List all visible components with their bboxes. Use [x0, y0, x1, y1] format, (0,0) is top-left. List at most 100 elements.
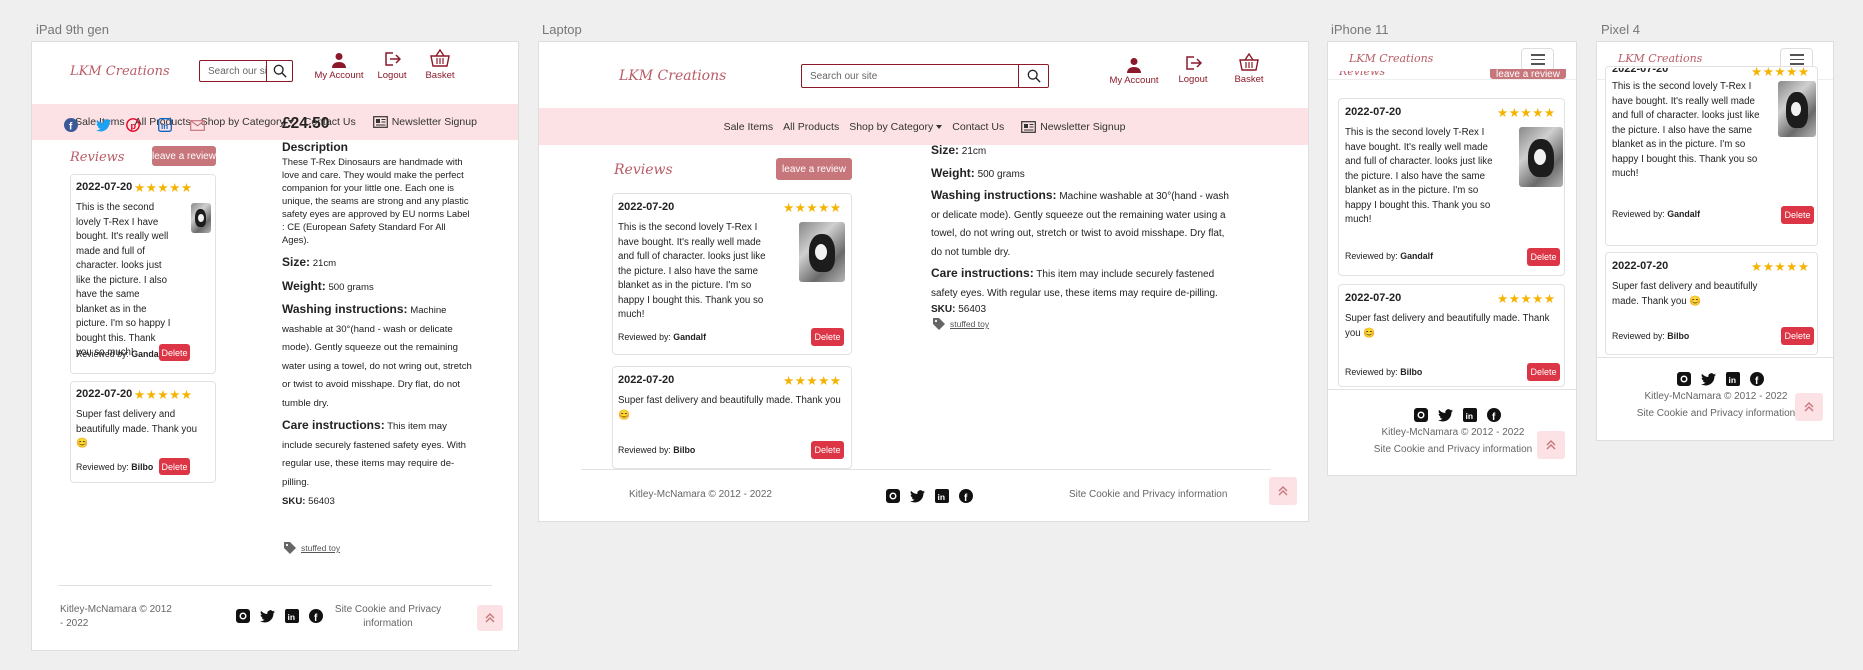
product-tag[interactable]: stuffed toy — [933, 318, 989, 330]
linkedin-icon[interactable]: in — [1726, 372, 1740, 386]
weight-value: 500 grams — [328, 281, 374, 293]
nav-shop-by-category[interactable]: Shop by Category — [849, 121, 943, 133]
back-to-top-button[interactable] — [1269, 477, 1297, 505]
delete-review-button[interactable]: Delete — [1781, 206, 1814, 224]
reviews-heading: Reviews — [614, 162, 673, 178]
review-text: This is the second lovely T-Rex I have b… — [618, 222, 766, 320]
nav-newsletter[interactable]: Newsletter Signup — [1021, 121, 1125, 133]
facebook-icon[interactable]: f — [309, 609, 323, 623]
delete-review-button[interactable]: Delete — [811, 441, 844, 459]
leave-review-button[interactable]: leave a review — [1490, 69, 1566, 79]
nav-sale[interactable]: Sale Items — [724, 121, 774, 133]
care-label: Care instructions: — [931, 266, 1034, 280]
account-link[interactable]: My Account — [1104, 57, 1164, 86]
ipad-frame: LKM Creations Search our site My Account… — [31, 41, 519, 651]
review-photo — [1778, 81, 1816, 137]
linkedin-icon[interactable]: in — [1463, 408, 1477, 422]
nav-newsletter[interactable]: Newsletter Signup — [372, 116, 477, 128]
review-author: Bilbo — [1400, 367, 1423, 377]
newsletter-label: Newsletter Signup — [391, 116, 477, 128]
search-button[interactable] — [266, 61, 292, 81]
footer-divider — [58, 585, 492, 586]
twitter-icon[interactable] — [1438, 408, 1453, 422]
facebook-share-icon[interactable]: f — [64, 118, 78, 132]
product-price: £24.50 — [282, 115, 330, 132]
brand-logo[interactable]: LKM Creations — [1618, 52, 1702, 65]
review-text: Super fast delivery and beautifully made… — [618, 395, 841, 421]
logout-link[interactable]: Logout — [1173, 54, 1213, 85]
washing-label: Washing instructions: — [282, 302, 408, 316]
size-label: Size: — [282, 255, 311, 269]
review-card: 2022-07-20 ★★★★★ Super fast delivery and… — [1605, 252, 1818, 355]
reviewed-by-label: Reviewed by: — [618, 332, 671, 342]
facebook-icon[interactable]: f — [959, 489, 973, 503]
pinterest-share-icon[interactable]: p — [126, 118, 140, 132]
review-text: Super fast delivery and beautifully made… — [76, 409, 197, 449]
leave-review-button[interactable]: leave a review — [776, 158, 852, 180]
reviewed-by: Reviewed by: Gandalf — [618, 332, 706, 342]
back-to-top-button[interactable] — [477, 605, 503, 631]
linkedin-icon[interactable]: in — [285, 609, 299, 623]
facebook-icon[interactable]: f — [1487, 408, 1501, 422]
reviewed-by: Reviewed by: Gandalf — [76, 349, 164, 359]
account-link[interactable]: My Account — [312, 52, 366, 81]
facebook-icon[interactable]: f — [1750, 372, 1764, 386]
size-label: Size: — [931, 143, 960, 157]
delete-review-button[interactable]: Delete — [1781, 327, 1814, 345]
delete-review-button[interactable]: Delete — [1527, 248, 1560, 266]
nav-contact[interactable]: Contact Us — [952, 121, 1004, 133]
email-share-icon[interactable] — [190, 120, 205, 131]
linkedin-icon[interactable]: in — [935, 489, 949, 503]
logout-icon — [385, 52, 401, 66]
review-card: 2022-07-20 ★★★★★ This is the second love… — [612, 193, 852, 355]
twitter-icon[interactable] — [910, 489, 925, 503]
search-input[interactable]: Search our site — [802, 65, 1018, 87]
nav-shop-by-category[interactable]: Shop by Category — [201, 116, 294, 128]
menu-toggle-button[interactable] — [1521, 48, 1554, 71]
iphone-frame: LKM Creations Reviews leave a review 202… — [1327, 41, 1577, 476]
nav-all-products[interactable]: All Products — [783, 121, 839, 133]
logout-label: Logout — [377, 70, 407, 81]
twitter-share-icon[interactable] — [96, 119, 111, 132]
delete-review-button[interactable]: Delete — [1527, 363, 1560, 381]
review-date: 2022-07-20 — [76, 388, 133, 400]
back-to-top-button[interactable] — [1537, 431, 1565, 459]
delete-review-button[interactable]: Delete — [159, 458, 190, 475]
newsletter-icon — [1021, 120, 1037, 133]
reviewed-by: Reviewed by: Bilbo — [1612, 331, 1689, 341]
linkedin-share-icon[interactable]: in — [158, 118, 172, 132]
reviewed-by-label: Reviewed by: — [1612, 209, 1665, 219]
washing-text: Machine washable at 30°(hand - wash or d… — [282, 305, 472, 409]
review-photo — [799, 222, 845, 282]
reviewed-by-label: Reviewed by: — [1345, 251, 1398, 261]
back-to-top-button[interactable] — [1795, 393, 1823, 421]
weight-label: Weight: — [282, 278, 326, 293]
github-icon[interactable] — [1677, 372, 1691, 386]
brand-logo[interactable]: LKM Creations — [70, 64, 170, 79]
product-details: Description These T-Rex Dinosaurs are ha… — [282, 139, 472, 509]
brand-logo[interactable]: LKM Creations — [1349, 52, 1433, 65]
size-value: 21cm — [961, 146, 987, 157]
search-input[interactable]: Search our site — [200, 61, 266, 81]
logout-link[interactable]: Logout — [372, 50, 412, 81]
github-icon[interactable] — [1414, 408, 1428, 422]
double-chevron-up-icon — [485, 613, 495, 623]
review-date: 2022-07-20 — [1345, 106, 1402, 118]
review-card: 2022-07-20 ★★★★★ Super fast delivery and… — [70, 381, 216, 483]
leave-review-button[interactable]: leave a review — [152, 146, 216, 166]
footer-privacy-link[interactable]: Site Cookie and Privacy information — [1069, 489, 1227, 500]
brand-logo[interactable]: LKM Creations — [619, 68, 726, 84]
twitter-icon[interactable] — [1701, 372, 1716, 386]
delete-review-button[interactable]: Delete — [811, 328, 844, 346]
basket-link[interactable]: Basket — [420, 48, 460, 81]
review-card: 2022-07-20 ★★★★★ Super fast delivery and… — [612, 366, 852, 469]
twitter-icon[interactable] — [260, 609, 275, 623]
github-icon[interactable] — [886, 489, 900, 503]
footer-privacy-link[interactable]: Site Cookie and Privacy information — [332, 603, 444, 631]
github-icon[interactable] — [236, 609, 250, 623]
product-tag[interactable]: stuffed toy — [284, 542, 340, 554]
footer-social: in f — [1414, 408, 1501, 422]
search-button[interactable] — [1018, 65, 1048, 87]
delete-review-button[interactable]: Delete — [159, 344, 190, 361]
basket-link[interactable]: Basket — [1229, 52, 1269, 85]
